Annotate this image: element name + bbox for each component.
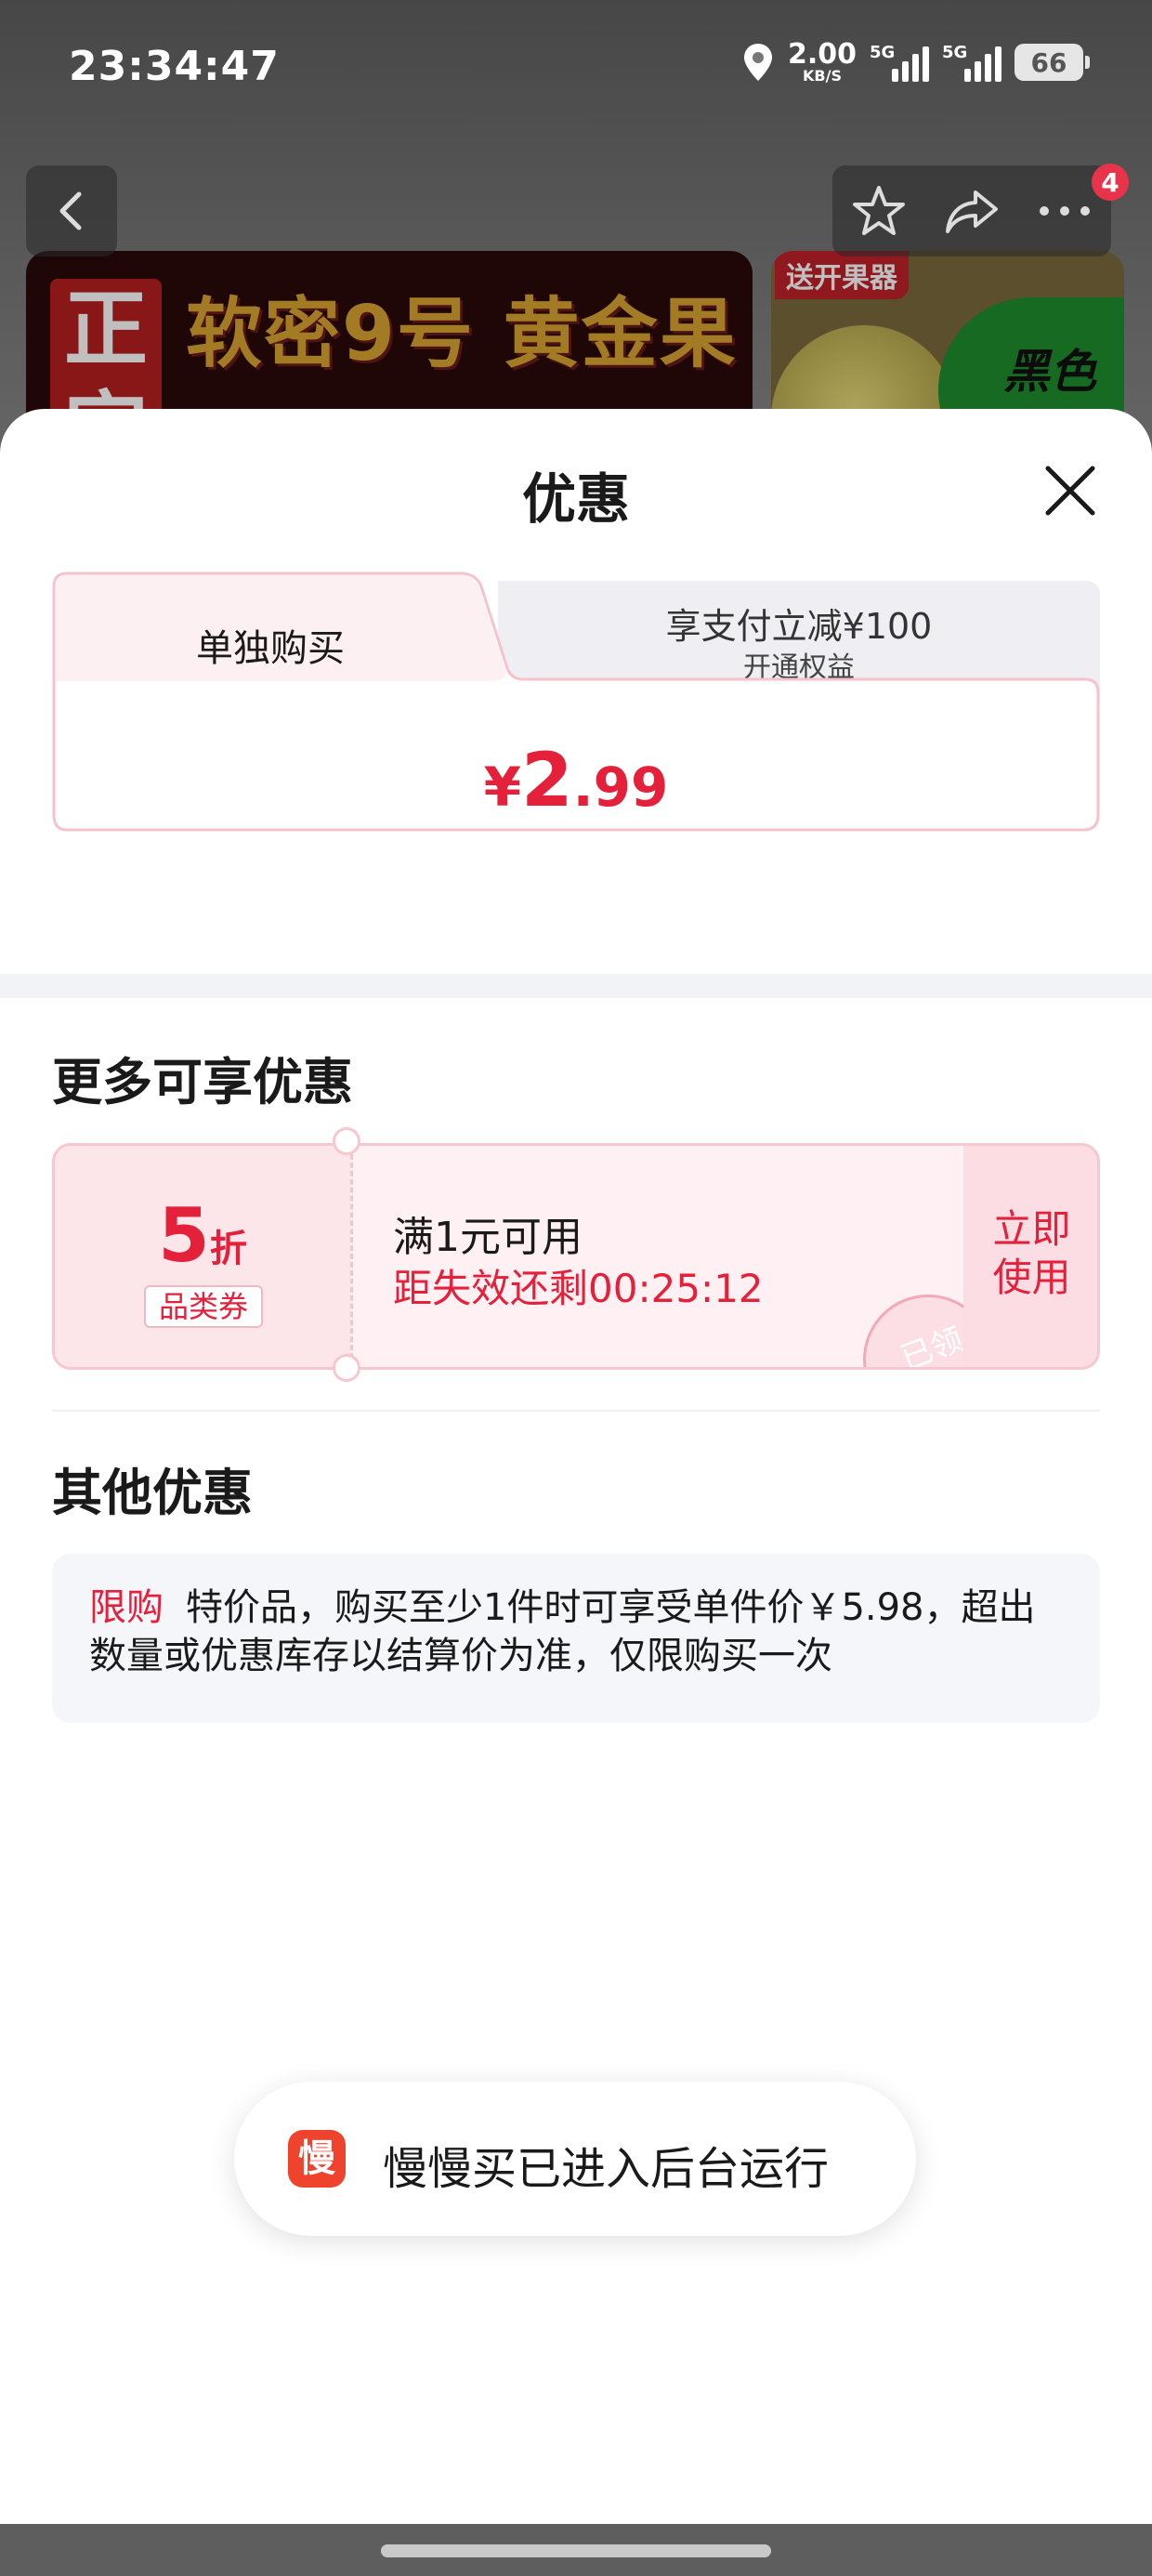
coupon-card[interactable]: 5折 品类券 满1元可用 距失效还剩00:25:12 已领 立即 使用 [52, 1143, 1100, 1370]
status-bar: 23:34:47 2.00 KB/S 5G 5G 66 [0, 0, 1152, 139]
system-nav-bar [0, 2524, 1152, 2576]
network-speed-value: 2.00 [787, 38, 857, 71]
status-icons: 2.00 KB/S 5G 5G 66 [741, 41, 1090, 84]
price-decimal: .99 [572, 756, 669, 819]
coupon-discount: 5折 [55, 1192, 350, 1279]
close-icon[interactable] [1037, 457, 1104, 524]
back-button[interactable] [26, 165, 117, 256]
toast-message: 慢慢买已进入后台运行 [383, 2143, 830, 2195]
coupon-discount-value: 5 [158, 1192, 210, 1279]
share-icon[interactable] [944, 187, 1000, 235]
coupon-divider [350, 1146, 353, 1367]
signal-icon: 5G [870, 43, 929, 82]
divider-line [52, 1410, 1100, 1412]
more-icon[interactable] [1037, 204, 1093, 218]
price-currency: ¥ [483, 756, 521, 819]
coupon-condition: 满1元可用 [393, 1214, 583, 1261]
location-icon [743, 44, 772, 81]
notification-badge: 4 [1092, 164, 1129, 201]
purchase-limit-notice: 限购 特价品，购买至少1件时可享受单件价￥5.98，超出数量或优惠库存以结算价为准… [52, 1554, 1100, 1723]
app-logo-icon: 慢 [288, 2130, 346, 2188]
tab-single-buy[interactable]: 单独购买 [52, 618, 489, 672]
more-discounts-title: 更多可享优惠 [52, 1053, 353, 1111]
limit-text: 特价品，购买至少1件时可享受单件价￥5.98，超出数量或优惠库存以结算价为准，仅… [89, 1586, 1036, 1677]
sheet-title: 优惠 [521, 467, 630, 531]
section-divider [0, 974, 1152, 998]
use-now-button[interactable]: 立即 使用 [963, 1146, 1097, 1367]
nav-actions [832, 165, 1111, 256]
coupon-notch-bottom [333, 1354, 360, 1382]
background-toast: 慢 慢慢买已进入后台运行 [234, 2082, 916, 2236]
discount-sheet: 优惠 享支付立减¥100 开通权益 单独购买 ¥2.99 更多可享优惠 5折 品… [0, 409, 1152, 2524]
back-icon [59, 191, 82, 230]
home-indicator[interactable] [381, 2544, 771, 2557]
coupon-discount-unit: 折 [209, 1228, 247, 1270]
price-integer: 2 [520, 737, 573, 823]
star-icon[interactable] [851, 184, 907, 238]
purchase-tab-card: 享支付立减¥100 开通权益 单独购买 ¥2.99 [52, 572, 1100, 832]
signal-label: 5G [870, 43, 896, 62]
price-display: ¥2.99 [52, 737, 1100, 823]
other-discounts-title: 其他优惠 [52, 1464, 253, 1522]
network-speed: 2.00 KB/S [788, 41, 857, 84]
signal-label-2: 5G [942, 43, 968, 62]
limit-tag: 限购 [89, 1586, 164, 1629]
network-speed-unit: KB/S [803, 67, 842, 85]
battery-icon: 66 [1015, 44, 1090, 81]
status-time: 23:34:47 [69, 43, 280, 90]
coupon-countdown: 距失效还剩00:25:12 [393, 1266, 764, 1311]
coupon-category-tag: 品类券 [144, 1285, 263, 1328]
coupon-notch-top [333, 1127, 360, 1155]
signal-icon-2: 5G [942, 43, 1001, 82]
